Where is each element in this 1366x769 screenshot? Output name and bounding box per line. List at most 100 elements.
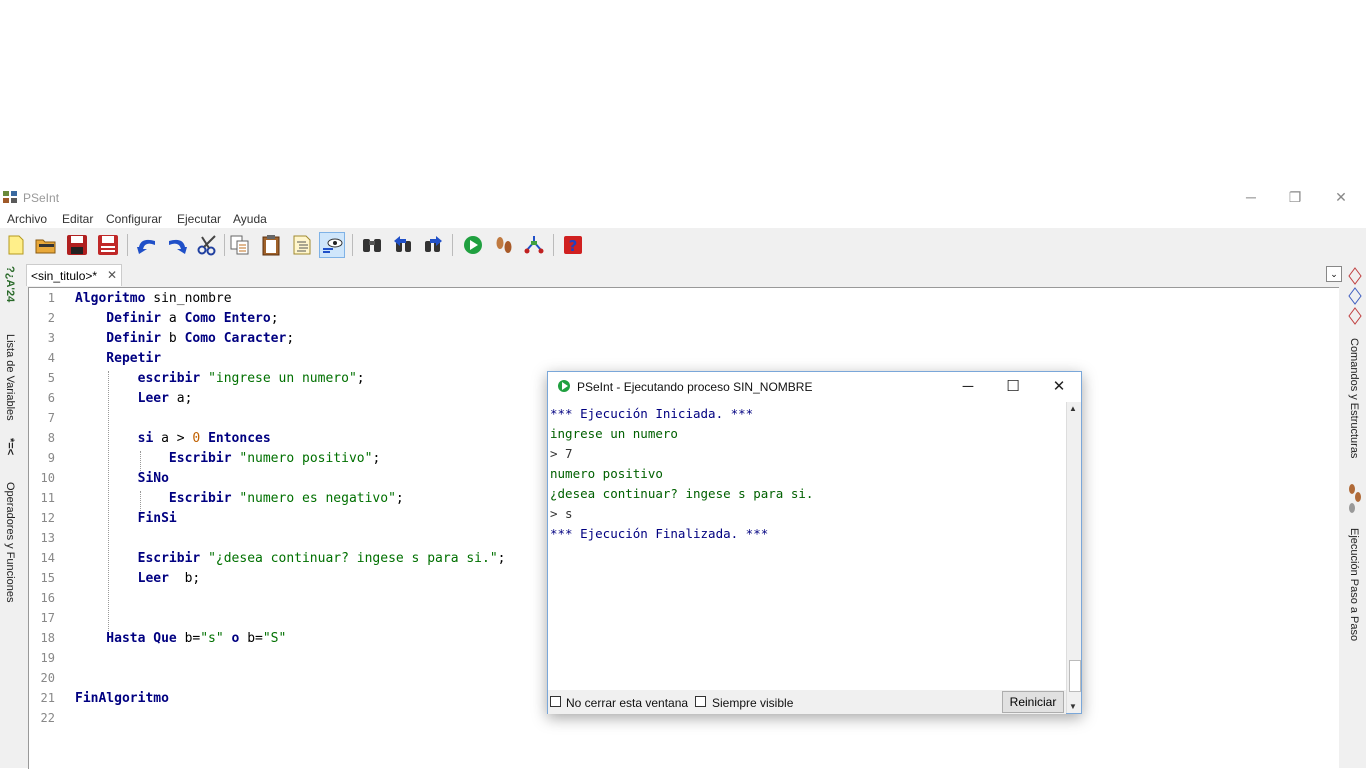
run-icon	[558, 380, 570, 392]
console-line: *** Ejecución Iniciada. ***	[550, 406, 754, 421]
dialog-maximize-button[interactable]: ☐	[991, 376, 1035, 398]
cut-icon[interactable]	[194, 232, 220, 258]
indent-icon[interactable]	[289, 232, 315, 258]
scroll-up-icon[interactable]: ▲	[1069, 404, 1077, 413]
menu-ejecutar[interactable]: Ejecutar	[177, 212, 221, 226]
tab-bar: <sin_titulo>* ✕ ⌄	[22, 264, 1344, 286]
variables-glyph: *=<	[4, 438, 16, 456]
console-line: numero positivo	[550, 466, 663, 481]
menu-ayuda[interactable]: Ayuda	[233, 212, 267, 226]
code-line[interactable]: Definir b Como Caracter;	[75, 331, 294, 346]
ejecucion-paso-a-paso-tab[interactable]: Ejecución Paso a Paso	[1348, 528, 1360, 641]
code-line[interactable]: escribir "ingrese un numero";	[75, 371, 365, 386]
view-icon[interactable]	[319, 232, 345, 258]
no-cerrar-checkbox[interactable]	[550, 696, 561, 707]
scroll-down-icon[interactable]: ▼	[1069, 702, 1077, 711]
line-number: 10	[40, 471, 55, 485]
paste-icon[interactable]	[258, 232, 284, 258]
console-line: > 7	[550, 446, 573, 461]
run-dialog: PSeInt - Ejecutando proceso SIN_NOMBRE ─…	[547, 371, 1082, 714]
code-line[interactable]: Algoritmo sin_nombre	[75, 291, 232, 306]
code-line[interactable]: Hasta Que b="s" o b="S"	[75, 631, 286, 646]
svg-text:?: ?	[569, 237, 578, 255]
code-line[interactable]: FinSi	[75, 511, 177, 526]
code-token: Hasta Que	[75, 631, 177, 646]
code-token: "¿desea continuar? ingese s para si."	[208, 551, 498, 566]
save-as-icon[interactable]	[95, 232, 121, 258]
code-token: Leer	[75, 391, 169, 406]
find-icon[interactable]	[359, 232, 385, 258]
restore-button[interactable]: ❐	[1272, 186, 1318, 208]
tab-sin-titulo[interactable]: <sin_titulo>* ✕	[26, 264, 122, 286]
comandos-y-estructuras-tab[interactable]: Comandos y Estructuras	[1348, 338, 1360, 458]
code-token: ;	[372, 451, 381, 466]
find-next-icon[interactable]	[420, 232, 446, 258]
code-token: a	[161, 311, 185, 326]
menu-archivo[interactable]: Archivo	[7, 212, 47, 226]
tab-label: <sin_titulo>*	[31, 269, 98, 283]
pseint-logo-icon	[3, 191, 17, 203]
code-line[interactable]: Leer a;	[75, 391, 193, 406]
save-icon[interactable]	[64, 232, 90, 258]
code-line[interactable]: Repetir	[75, 351, 161, 366]
dialog-close-button[interactable]: ✕	[1037, 376, 1081, 398]
menu-editar[interactable]: Editar	[62, 212, 93, 226]
scroll-thumb[interactable]	[1069, 660, 1081, 692]
code-token: b	[161, 331, 185, 346]
code-token: escribir	[75, 371, 201, 386]
copy-icon[interactable]	[227, 232, 253, 258]
siempre-visible-checkbox[interactable]	[695, 696, 706, 707]
run-icon[interactable]	[460, 232, 486, 258]
flowchart-icon[interactable]	[521, 232, 547, 258]
toolbar-separator	[224, 234, 225, 256]
close-button[interactable]: ✕	[1318, 186, 1364, 208]
code-token: a;	[168, 391, 193, 406]
code-token: Caracter	[223, 331, 287, 346]
code-line[interactable]: Escribir "¿desea continuar? ingese s par…	[75, 551, 506, 566]
code-line[interactable]: SiNo	[75, 471, 169, 486]
line-number: 3	[47, 331, 55, 345]
code-token: Definir	[75, 331, 162, 346]
find-prev-icon[interactable]	[390, 232, 416, 258]
menu-configurar[interactable]: Configurar	[106, 212, 162, 226]
reiniciar-button[interactable]: Reiniciar	[1002, 691, 1064, 713]
code-line[interactable]: si a > 0 Entonces	[75, 431, 271, 446]
minimize-button[interactable]: ─	[1228, 186, 1274, 208]
dialog-title-bar: PSeInt - Ejecutando proceso SIN_NOMBRE ─…	[548, 372, 1081, 402]
new-file-icon[interactable]	[3, 232, 29, 258]
line-number: 15	[40, 571, 55, 585]
open-folder-icon[interactable]	[33, 232, 59, 258]
tab-close-icon[interactable]: ✕	[107, 268, 117, 282]
code-token: Entonces	[208, 431, 271, 446]
line-number: 17	[40, 611, 55, 625]
line-number-gutter: 1 2 3 4 5 6 7 8 9 10 11 12 13 14 15 16 17 18 19 20 21 22	[29, 288, 65, 769]
line-number: 9	[47, 451, 55, 465]
code-token: Escribir	[75, 491, 232, 506]
lista-de-variables-tab[interactable]: Lista de Variables	[4, 334, 16, 421]
console-line: > s	[550, 506, 573, 521]
toolbar: ?	[0, 228, 1366, 262]
dialog-options-bar: No cerrar esta ventana Siempre visible R…	[548, 690, 1066, 714]
code-line[interactable]: Definir a Como Entero;	[75, 311, 279, 326]
operadores-y-funciones-tab[interactable]: Operadores y Funciones	[4, 482, 16, 602]
step-by-step-icon[interactable]	[491, 232, 517, 258]
code-line[interactable]: Escribir "numero es negativo";	[75, 491, 404, 506]
dialog-minimize-button[interactable]: ─	[946, 376, 990, 398]
redo-icon[interactable]	[164, 232, 190, 258]
toolbar-separator	[352, 234, 353, 256]
code-line[interactable]: Escribir "numero positivo";	[75, 451, 380, 466]
help-icon[interactable]: ?	[560, 232, 586, 258]
console-scrollbar[interactable]: ▲ ▼	[1066, 402, 1081, 713]
code-token: Definir	[75, 311, 162, 326]
code-token: a >	[153, 431, 193, 446]
code-line[interactable]: FinAlgoritmo	[75, 691, 169, 706]
undo-icon[interactable]	[134, 232, 160, 258]
no-cerrar-label: No cerrar esta ventana	[566, 696, 689, 710]
code-token: ;	[270, 311, 279, 326]
code-token: FinAlgoritmo	[75, 691, 169, 706]
console-output[interactable]: *** Ejecución Iniciada. *** ingrese un nu…	[548, 402, 1066, 690]
indent-guide	[108, 371, 109, 631]
tab-dropdown-button[interactable]: ⌄	[1326, 266, 1342, 282]
code-line[interactable]: Leer b;	[75, 571, 201, 586]
